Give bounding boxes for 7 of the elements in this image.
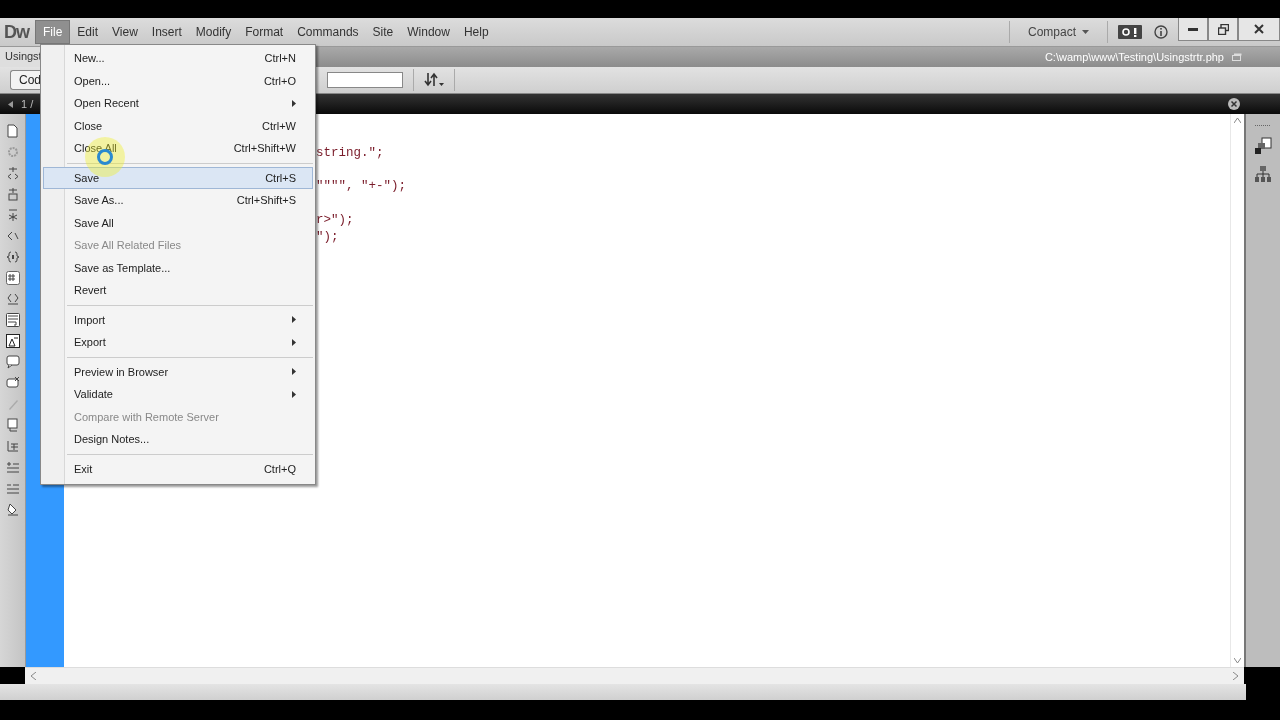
file-path: C:\wamp\www\Testing\Usingstrtr.php [1044, 51, 1224, 63]
app-logo: Dw [4, 21, 29, 43]
code-line: """", "+-"); [316, 178, 407, 196]
code-line: r>"); [316, 212, 355, 229]
related-files-label: 1 / [21, 98, 34, 110]
code-line: string."; [316, 144, 385, 162]
code-line: "); [316, 228, 340, 246]
